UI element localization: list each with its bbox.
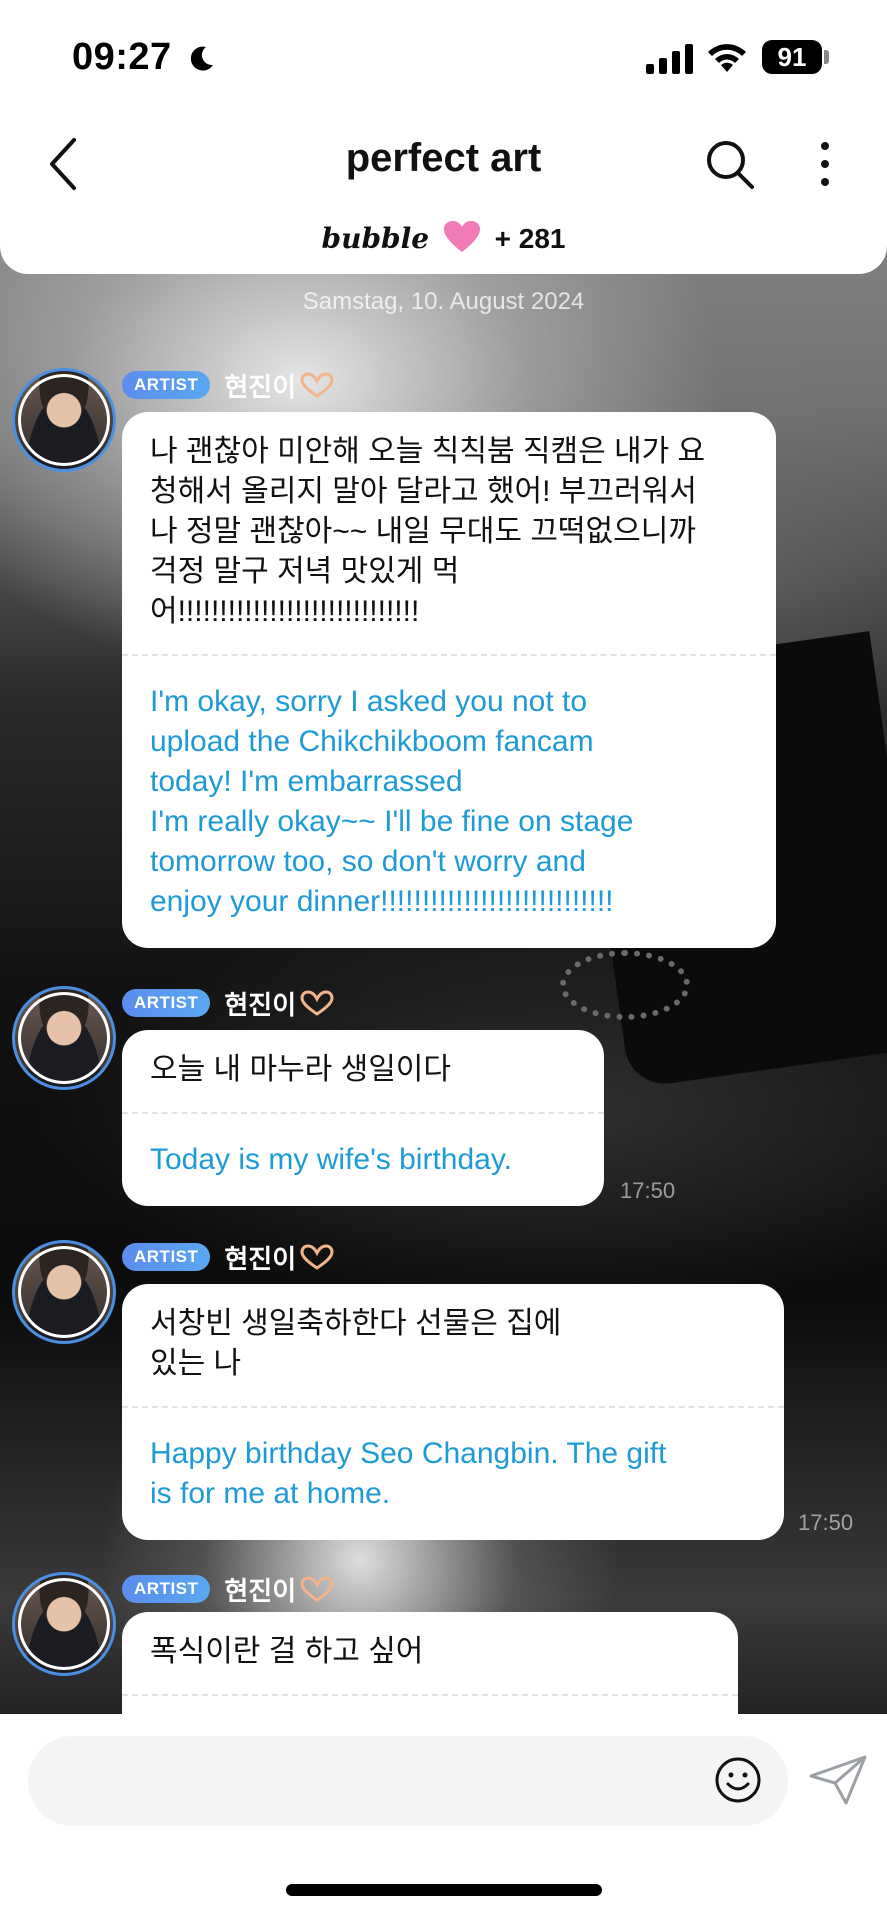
message-translation-text: Today is my wife's birthday. bbox=[150, 1143, 512, 1176]
message-timestamp: 17:50 bbox=[620, 1178, 676, 1203]
bubble-logo: bubble bbox=[321, 222, 430, 255]
artist-badge: ARTIST bbox=[122, 1575, 211, 1603]
translation-divider bbox=[122, 1694, 738, 1696]
message-translation-text: I'm okay, sorry I asked you not to uploa… bbox=[150, 685, 634, 918]
message-korean-text: 폭식이란 걸 하고 싶어 bbox=[150, 1635, 424, 1668]
message-korean-text: 오늘 내 마누라 생일이다 bbox=[150, 1053, 452, 1086]
message-input[interactable] bbox=[28, 1736, 788, 1826]
message-korean-text: 나 괜찮아 미안해 오늘 칙칙붐 직캠은 내가 요 청해서 올리지 말아 달라고… bbox=[150, 435, 706, 628]
bubble-subscription-row[interactable]: bubble + 281 bbox=[0, 220, 887, 255]
battery-indicator: 91 bbox=[762, 40, 822, 74]
paper-plane-icon[interactable] bbox=[808, 1754, 868, 1806]
artist-badge: ARTIST bbox=[122, 989, 211, 1017]
heart-icon bbox=[443, 221, 480, 252]
heart-hands-icon bbox=[300, 990, 334, 1016]
smiley-icon[interactable] bbox=[714, 1756, 762, 1804]
sender-row: ARTIST 현진이 bbox=[122, 368, 334, 402]
sender-name: 현진이 bbox=[224, 1575, 297, 1606]
moon-icon bbox=[190, 46, 213, 71]
sender-name: 현진이 bbox=[224, 989, 297, 1020]
avatar[interactable] bbox=[12, 368, 116, 472]
sender-row: ARTIST 현진이 bbox=[122, 1240, 334, 1274]
sender-name: 현진이 bbox=[224, 1243, 297, 1274]
sender-row: ARTIST 현진이 bbox=[122, 1572, 334, 1606]
artist-badge: ARTIST bbox=[122, 1243, 211, 1271]
chat-header: perfect art bubble + 281 bbox=[0, 110, 887, 274]
message-bubble[interactable]: 서창빈 생일축하한다 선물은 집에 있는 나 Happy birthday Se… bbox=[122, 1284, 784, 1540]
more-vertical-icon[interactable] bbox=[808, 136, 842, 192]
message-korean-text: 서창빈 생일축하한다 선물은 집에 있는 나 bbox=[150, 1307, 562, 1380]
heart-hands-icon bbox=[300, 1244, 334, 1270]
artist-badge: ARTIST bbox=[122, 371, 211, 399]
status-bar: 09:27 91 bbox=[0, 0, 887, 110]
status-time: 09:27 bbox=[72, 36, 172, 78]
battery-nub bbox=[824, 50, 829, 64]
avatar[interactable] bbox=[12, 1240, 116, 1344]
avatar[interactable] bbox=[12, 986, 116, 1090]
sender-name: 현진이 bbox=[224, 371, 297, 402]
message-bubble[interactable]: 오늘 내 마누라 생일이다 Today is my wife's birthda… bbox=[122, 1030, 604, 1206]
message-bubble[interactable]: 나 괜찮아 미안해 오늘 칙칙붐 직캠은 내가 요 청해서 올리지 말아 달라고… bbox=[122, 412, 776, 948]
home-indicator bbox=[286, 1884, 602, 1896]
message-timestamp: 17:50 bbox=[798, 1510, 854, 1535]
subscriber-count: + 281 bbox=[494, 223, 566, 254]
heart-hands-icon bbox=[300, 1576, 334, 1602]
date-separator: Samstag, 10. August 2024 bbox=[302, 288, 585, 315]
search-icon[interactable] bbox=[704, 136, 756, 192]
message-translation-text: Happy birthday Seo Changbin. The gift is… bbox=[150, 1437, 667, 1510]
wifi-icon bbox=[708, 44, 746, 72]
background-chain bbox=[560, 950, 690, 1020]
heart-hands-icon bbox=[300, 372, 334, 398]
avatar[interactable] bbox=[12, 1572, 116, 1676]
sender-row: ARTIST 현진이 bbox=[122, 986, 334, 1020]
cellular-signal-icon bbox=[646, 44, 693, 74]
message-composer bbox=[0, 1714, 887, 1920]
